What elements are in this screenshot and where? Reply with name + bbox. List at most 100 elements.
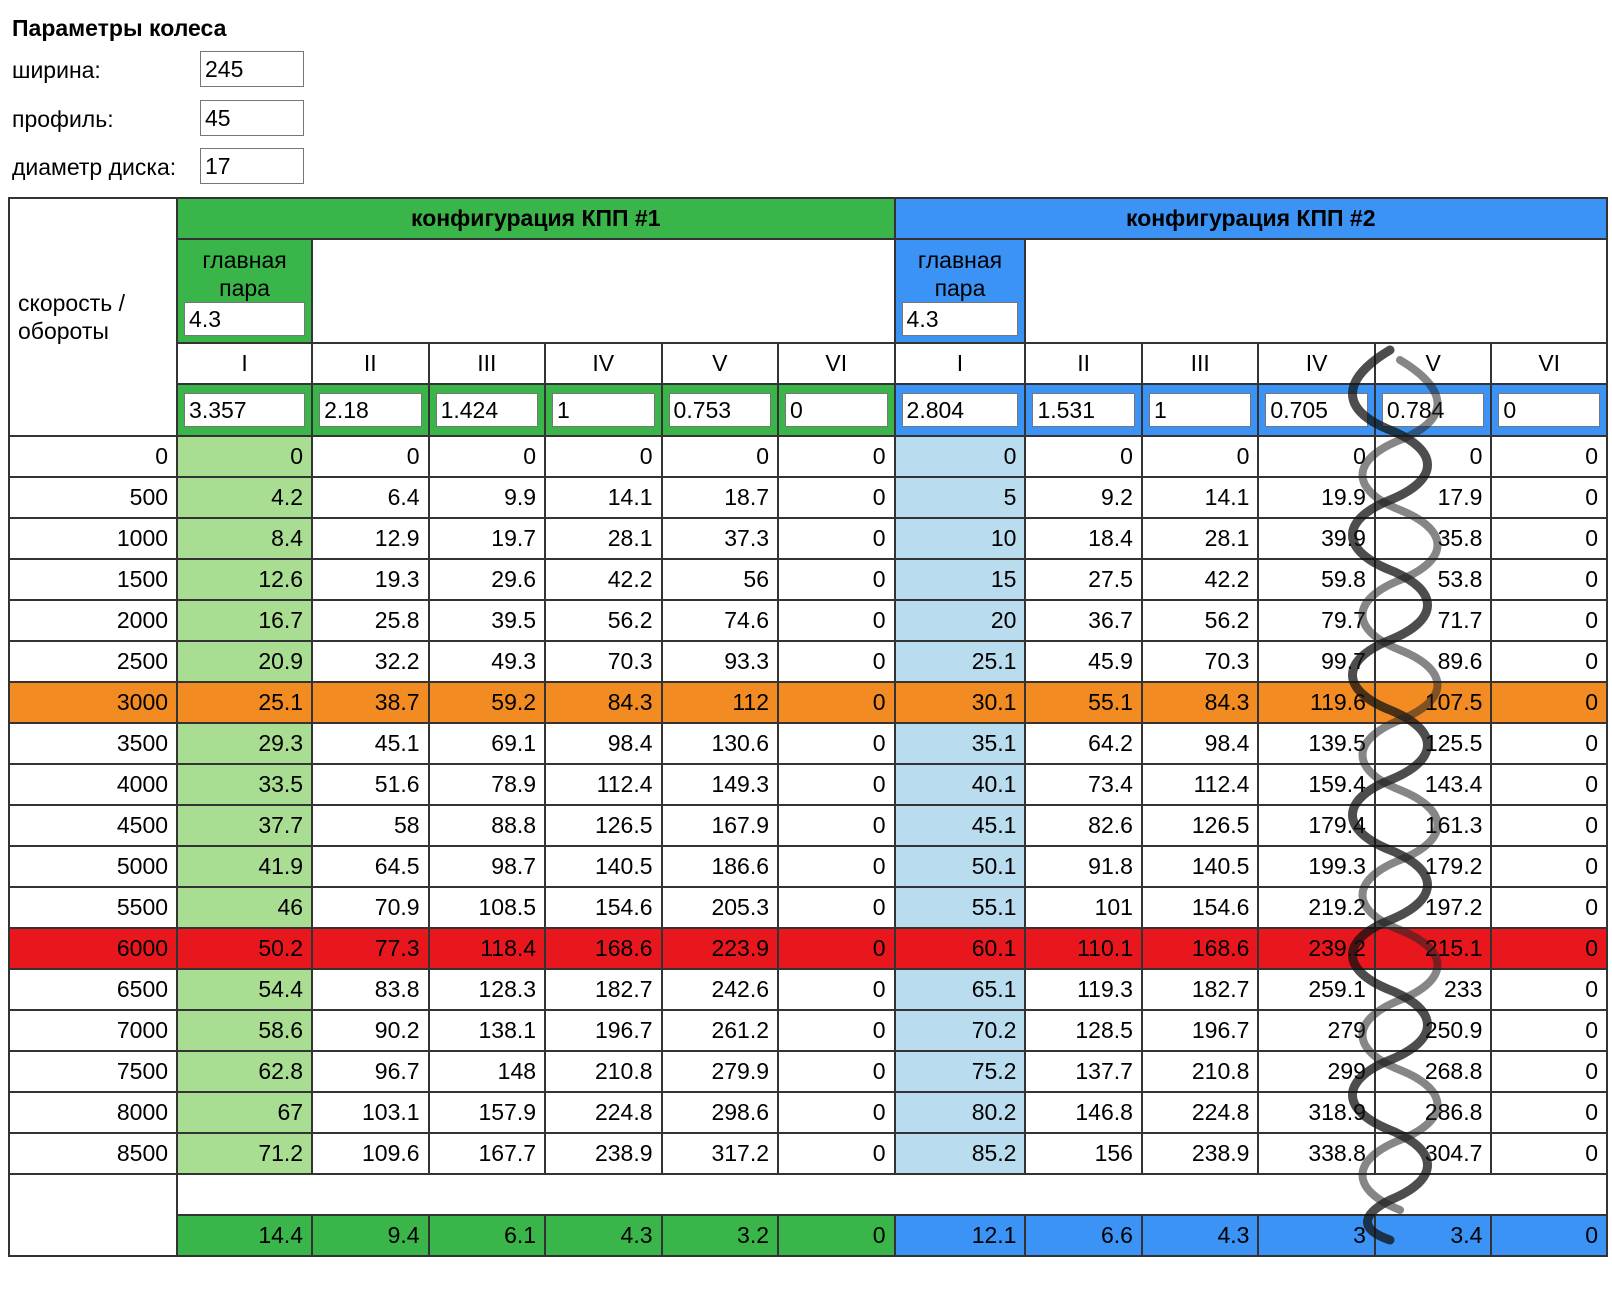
speed-cell-config2-gear2: 82.6: [1024, 804, 1143, 847]
speed-cell-config2-gear1: 40.1: [893, 763, 1027, 806]
speed-cell-config2-gear2: 101: [1024, 886, 1143, 929]
config1-ratio-input-6[interactable]: [785, 393, 888, 427]
speed-cell-config1-gear3: 148: [427, 1050, 547, 1093]
speed-cell-config2-gear4: 139.5: [1257, 722, 1376, 765]
speed-cell-config1-gear3: 69.1: [427, 722, 547, 765]
speed-cell-config2-gear6: 0: [1490, 1091, 1608, 1134]
config1-ratio-input-5[interactable]: [668, 393, 772, 427]
speed-cell-config2-gear3: 112.4: [1140, 763, 1260, 806]
config2-main-pair: главная пара: [893, 238, 1027, 344]
config1-main-pair-label-2: пара: [219, 275, 270, 301]
speed-cell-config2-gear3: 238.9: [1140, 1132, 1260, 1175]
config2-title: конфигурация КПП #2: [893, 197, 1609, 240]
speed-cell-config2-gear1: 15: [893, 558, 1027, 601]
width-input[interactable]: [200, 51, 304, 87]
params-title: Параметры колеса: [12, 15, 227, 41]
speed-cell-config2-gear6: 0: [1490, 722, 1608, 765]
speed-cell-config2-gear3: 140.5: [1140, 845, 1260, 888]
speed-cell-config1-gear5: 56: [660, 558, 780, 601]
speed-cell-config1-gear4: 182.7: [544, 968, 663, 1011]
speed-cell-config1-gear2: 103.1: [311, 1091, 430, 1134]
table-row: 7000 58.6 90.2 138.1 196.7 261.2 0 70.2 128.5 196…: [7, 1009, 1608, 1052]
speed-cell-config1-gear3: 49.3: [427, 640, 547, 683]
speed-cell-config1-gear4: 196.7: [544, 1009, 663, 1052]
disk-input[interactable]: [200, 148, 304, 184]
speed-cell-config1-gear1: 50.2: [176, 927, 314, 970]
speed-cell-config2-gear2: 156: [1024, 1132, 1143, 1175]
rpm-cell: 5000: [7, 845, 179, 888]
speed-cell-config1-gear2: 51.6: [311, 763, 430, 806]
speed-cell-config1-gear5: 167.9: [660, 804, 780, 847]
speed-cell-config2-gear2: 137.7: [1024, 1050, 1143, 1093]
speed-cell-config1-gear2: 25.8: [311, 599, 430, 642]
speed-cell-config2-gear2: 119.3: [1024, 968, 1143, 1011]
speed-cell-config2-gear5: 304.7: [1373, 1132, 1493, 1175]
table-row: 5000 41.9 64.5 98.7 140.5 186.6 0 50.1 91.8 140.5…: [7, 845, 1608, 888]
speed-cell-config2-gear2: 9.2: [1024, 476, 1143, 519]
config1-ratio-input-2[interactable]: [319, 393, 422, 427]
config2-ratio-cell-2: [1024, 383, 1143, 437]
speed-cell-config2-gear5: 143.4: [1373, 763, 1493, 806]
speed-cell-config1-gear3: 39.5: [427, 599, 547, 642]
speed-cell-config1-gear5: 74.6: [660, 599, 780, 642]
speed-cell-config2-gear2: 110.1: [1024, 927, 1143, 970]
speed-cell-config1-gear3: 29.6: [427, 558, 547, 601]
speed-cell-config2-gear3: 224.8: [1140, 1091, 1260, 1134]
speed-cell-config1-gear1: 4.2: [176, 476, 314, 519]
speed-cell-config1-gear2: 109.6: [311, 1132, 430, 1175]
spacer-cell: [176, 1173, 1608, 1216]
config2-main-pair-input[interactable]: [901, 302, 1019, 336]
speed-cell-config2-gear3: 154.6: [1140, 886, 1260, 929]
speed-cell-config1-gear4: 210.8: [544, 1050, 663, 1093]
speed-cell-config2-gear3: 84.3: [1140, 681, 1260, 724]
speed-cell-config1-gear6: 0: [777, 763, 896, 806]
speed-cell-config2-gear5: 107.5: [1373, 681, 1493, 724]
speed-cell-config2-gear1: 55.1: [893, 886, 1027, 929]
rpm-cell: 5500: [7, 886, 179, 929]
speed-cell-config2-gear6: 0: [1490, 968, 1608, 1011]
speed-cell-config2-gear4: 0: [1257, 435, 1376, 478]
table-row: 5500 46 70.9 108.5 154.6 205.3 0 55.1 101 154.6 21…: [7, 886, 1608, 929]
config2-ratio-input-4[interactable]: [1265, 393, 1368, 427]
speed-cell-config2-gear1: 70.2: [893, 1009, 1027, 1052]
speed-cell-config2-gear6: 0: [1490, 804, 1608, 847]
config1-ratio-input-3[interactable]: [435, 393, 539, 427]
width-row: ширина:: [12, 51, 332, 91]
table-row: 0000000000000: [7, 435, 1608, 478]
rpm-cell: 3000: [7, 681, 179, 724]
speed-cell-config2-gear4: 318.9: [1257, 1091, 1376, 1134]
speed-cell-config1-gear6: 0: [777, 1050, 896, 1093]
speed-cell-config2-gear1: 30.1: [893, 681, 1027, 724]
speed-cell-config2-gear3: 56.2: [1140, 599, 1260, 642]
config2-ratio-input-1[interactable]: [901, 393, 1019, 427]
table-row: 3500 29.3 45.1 69.1 98.4 130.6 0 35.1 64.2 98.4 13…: [7, 722, 1608, 765]
speed-cell-config1-gear3: 78.9: [427, 763, 547, 806]
config1-ratio-input-4[interactable]: [552, 393, 655, 427]
config2-ratio-input-5[interactable]: [1381, 393, 1485, 427]
config2-ratio-input-3[interactable]: [1148, 393, 1252, 427]
config2-ratio-input-6[interactable]: [1498, 393, 1600, 427]
config1-ratio-input-1[interactable]: [184, 393, 306, 427]
speed-cell-config1-gear2: 90.2: [311, 1009, 430, 1052]
profile-input[interactable]: [200, 100, 304, 136]
speed-cell-config2-gear3: 210.8: [1140, 1050, 1260, 1093]
speed-cell-config1-gear3: 128.3: [427, 968, 547, 1011]
speed-cell-config1-gear6: 0: [777, 1132, 896, 1175]
rpm-cell: 4500: [7, 804, 179, 847]
speed-cell-config2-gear6: 0: [1490, 845, 1608, 888]
config1-main-pair: главная пара: [176, 238, 314, 344]
speed-cell-config2-gear1: 25.1: [893, 640, 1027, 683]
speed-cell-config1-gear4: 126.5: [544, 804, 663, 847]
speed-cell-config1-gear1: 16.7: [176, 599, 314, 642]
speed-cell-config2-gear2: 27.5: [1024, 558, 1143, 601]
speed-cell-config1-gear2: 58: [311, 804, 430, 847]
config2-main-pair-label-2: пара: [934, 275, 986, 301]
speed-cell-config1-gear6: 0: [777, 599, 896, 642]
width-label: ширина:: [12, 57, 101, 83]
speed-cell-config1-gear3: 98.7: [427, 845, 547, 888]
speed-cell-config1-gear2: 45.1: [311, 722, 430, 765]
config1-main-pair-input[interactable]: [184, 302, 306, 336]
config2-ratio-input-2[interactable]: [1032, 393, 1135, 427]
speed-cell-config1-gear4: 84.3: [544, 681, 663, 724]
rpm-cell: 3500: [7, 722, 179, 765]
